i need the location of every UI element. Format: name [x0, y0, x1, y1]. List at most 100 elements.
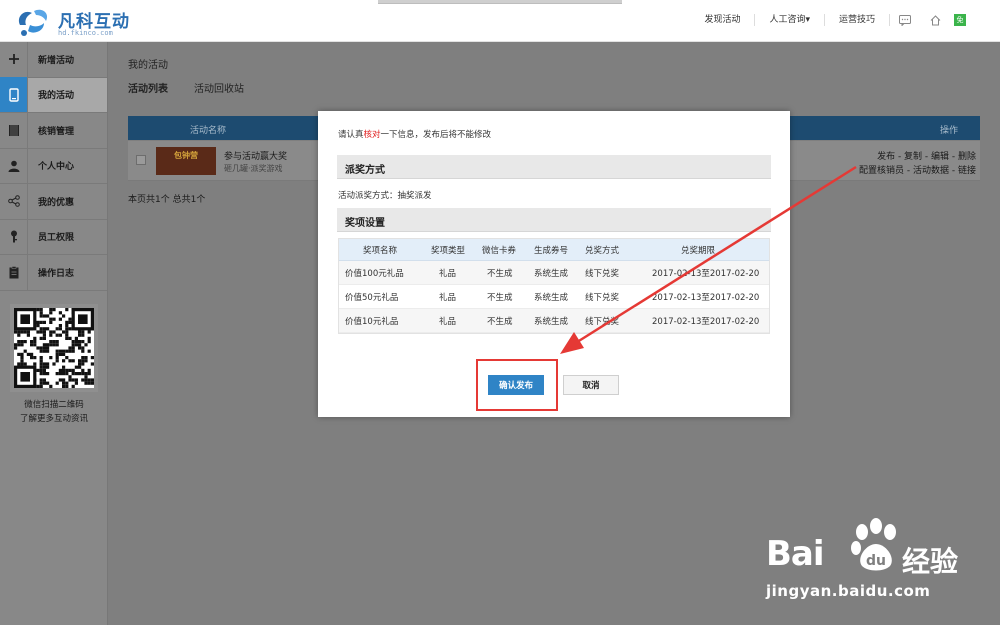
column-header-ops: 操作	[939, 126, 958, 136]
activity-thumbnail: 包钟营	[156, 147, 216, 175]
section-title: 派奖方式	[345, 165, 385, 176]
sidebar-item-label: 操作日志	[38, 268, 75, 279]
logo-mark-icon	[18, 9, 48, 36]
redeem-method: 线下兑奖	[585, 293, 620, 303]
qr-code	[10, 304, 98, 392]
table-row: 价值10元礼品 礼品 不生成 系统生成 线下兑奖 2017-02-13至2017…	[339, 309, 769, 333]
sidebar-item-label: 我的活动	[38, 91, 75, 102]
watermark-bai: Bai	[766, 534, 825, 574]
prize-table: 奖项名称 奖项类型 微信卡券 生成券号 兑奖方式 兑奖期限 价值100元礼品 礼…	[338, 238, 770, 334]
sidebar: 新增活动 我的活动 核销管理 个人中心 我的优惠 员工权限 操作日志 微信扫描二…	[0, 41, 108, 625]
annotation-highlight-box	[476, 359, 558, 411]
redeem-period: 2017-02-13至2017-02-20	[652, 317, 760, 327]
redeem-period: 2017-02-13至2017-02-20	[652, 269, 760, 279]
section-title: 奖项设置	[345, 218, 385, 229]
nav-consult[interactable]: 人工咨询▾	[755, 14, 825, 26]
notice-highlight: 核对	[363, 130, 381, 140]
column-header: 兑奖期限	[681, 246, 716, 256]
sidebar-item-label: 核销管理	[38, 126, 75, 137]
prize-type: 礼品	[439, 269, 457, 279]
prize-type: 礼品	[439, 293, 457, 303]
sidebar-item-offers[interactable]: 我的优惠	[0, 183, 107, 220]
sidebar-item-staff-permissions[interactable]: 员工权限	[0, 219, 107, 255]
breadcrumb: 我的活动	[128, 60, 168, 71]
top-nav: 发现活动 人工咨询▾ 运营技巧 免	[690, 14, 966, 26]
redeem-period: 2017-02-13至2017-02-20	[652, 293, 760, 303]
clipboard-icon	[0, 254, 28, 290]
wechat-card: 不生成	[487, 317, 513, 327]
notice-pre: 请认真	[338, 130, 364, 140]
sidebar-item-label: 员工权限	[38, 233, 75, 244]
qr-caption: 微信扫描二维码 了解更多互动资讯	[0, 398, 108, 426]
pager-summary: 本页共1个 总共1个	[128, 195, 206, 205]
sidebar-item-label: 个人中心	[38, 162, 75, 173]
dialog-notice: 请认真核对一下信息，发布后将不能修改	[338, 128, 491, 140]
watermark-url: jingyan.baidu.com	[766, 582, 931, 600]
watermark-jingyan: 经验	[902, 545, 959, 578]
table-row: 价值100元礼品 礼品 不生成 系统生成 线下兑奖 2017-02-13至201…	[339, 261, 769, 285]
cancel-button[interactable]: 取消	[563, 375, 619, 395]
home-icon[interactable]	[928, 14, 942, 26]
column-header: 奖项名称	[363, 246, 398, 256]
prize-name: 价值100元礼品	[345, 269, 404, 279]
column-header: 微信卡券	[482, 246, 517, 256]
free-badge[interactable]: 免	[954, 14, 966, 26]
sidebar-item-new-activity[interactable]: 新增活动	[0, 41, 107, 78]
sidebar-item-verification[interactable]: 核销管理	[0, 112, 107, 149]
tab-recycle-bin[interactable]: 活动回收站	[194, 80, 244, 95]
paw-icon: du	[851, 518, 896, 571]
prize-table-body: 价值100元礼品 礼品 不生成 系统生成 线下兑奖 2017-02-13至201…	[339, 261, 769, 333]
key-icon	[0, 219, 28, 255]
prize-name: 价值10元礼品	[345, 317, 399, 327]
ledger-icon	[0, 112, 28, 148]
wechat-card: 不生成	[487, 293, 513, 303]
sidebar-item-my-activity[interactable]: 我的活动	[0, 77, 107, 113]
plus-icon	[0, 41, 28, 77]
thumbnail-text: 包钟营	[174, 151, 198, 160]
sidebar-item-label: 新增活动	[38, 55, 75, 66]
sidebar-item-label: 我的优惠	[38, 197, 75, 208]
redeem-method: 线下兑奖	[585, 317, 620, 327]
user-icon	[0, 148, 28, 184]
code-generation: 系统生成	[534, 293, 569, 303]
prize-table-header: 奖项名称 奖项类型 微信卡券 生成券号 兑奖方式 兑奖期限	[339, 239, 769, 261]
column-header: 生成券号	[534, 246, 569, 256]
nav-discover[interactable]: 发现活动	[690, 14, 756, 26]
code-generation: 系统生成	[534, 317, 569, 327]
redeem-method: 线下兑奖	[585, 269, 620, 279]
column-header-name: 活动名称	[190, 126, 227, 136]
top-notch	[378, 0, 622, 4]
qr-code-icon	[14, 308, 94, 388]
qr-caption-line2: 了解更多互动资讯	[19, 414, 88, 424]
award-method-text: 活动派奖方式：抽奖派发	[338, 191, 432, 201]
sidebar-item-profile[interactable]: 个人中心	[0, 148, 107, 184]
qr-caption-line1: 微信扫描二维码	[24, 400, 84, 410]
svg-text:du: du	[866, 553, 886, 569]
activity-subtitle: 砸几罐·派奖游戏	[224, 164, 283, 173]
top-header: 凡科互动 hd.fkinco.com 发现活动 人工咨询▾ 运营技巧 免	[0, 0, 1000, 42]
tab-bar: 活动列表 活动回收站	[128, 80, 270, 95]
notice-post: 一下信息，发布后将不能修改	[380, 130, 492, 140]
column-header: 奖项类型	[431, 246, 466, 256]
sidebar-item-operation-log[interactable]: 操作日志	[0, 254, 107, 291]
wechat-card: 不生成	[487, 269, 513, 279]
row-checkbox[interactable]	[136, 155, 146, 165]
chat-icon[interactable]	[898, 14, 912, 26]
column-header: 兑奖方式	[585, 246, 620, 256]
activity-title[interactable]: 参与活动赢大奖	[224, 149, 287, 162]
code-generation: 系统生成	[534, 269, 569, 279]
share-icon	[0, 183, 28, 219]
prize-name: 价值50元礼品	[345, 293, 399, 303]
row-actions-primary[interactable]: 发布 - 复制 - 编辑 - 删除	[877, 149, 976, 162]
prize-type: 礼品	[439, 317, 457, 327]
tab-activity-list[interactable]: 活动列表	[128, 80, 168, 95]
brand-domain: hd.fkinco.com	[58, 29, 113, 37]
nav-tips[interactable]: 运营技巧	[825, 14, 890, 26]
section-header-award-method: 派奖方式	[337, 155, 771, 179]
row-actions-secondary[interactable]: 配置核销员 - 活动数据 - 链接	[859, 163, 976, 176]
phone-icon	[0, 77, 28, 113]
baidu-watermark: Bai du 经验 jingyan.baidu.com	[766, 518, 976, 608]
table-row: 价值50元礼品 礼品 不生成 系统生成 线下兑奖 2017-02-13至2017…	[339, 285, 769, 309]
brand-logo[interactable]: 凡科互动 hd.fkinco.com	[14, 5, 134, 39]
section-header-prize-settings: 奖项设置	[337, 208, 771, 232]
